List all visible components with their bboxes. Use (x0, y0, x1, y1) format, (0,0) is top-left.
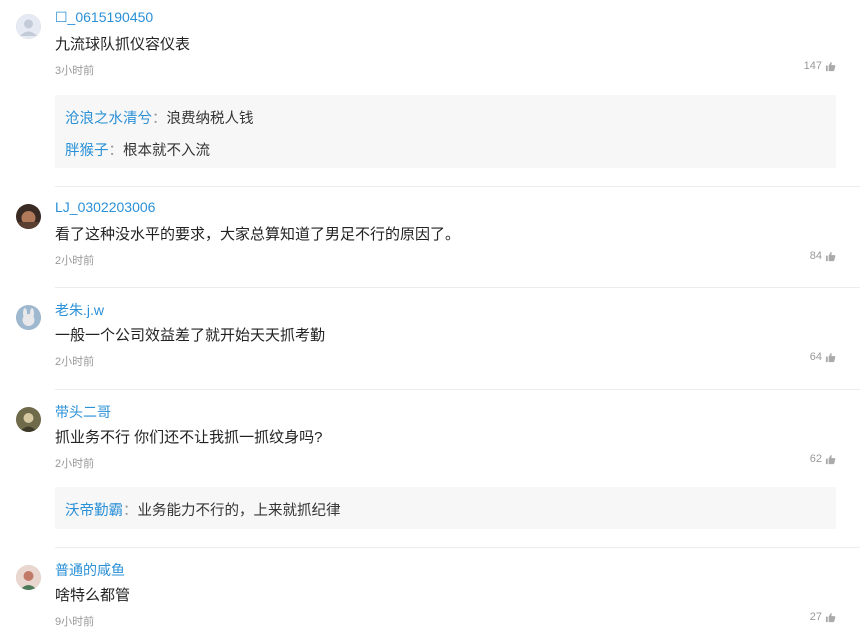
comment-username[interactable]: 老朱.j.w (55, 300, 104, 320)
reply-list: 沃帝勤霸：业务能力不行的，上来就抓纪律 (55, 487, 836, 529)
reply-separator: ： (152, 111, 167, 127)
like-count: 27 (809, 611, 822, 623)
comment-username[interactable]: ☐_0615190450 (55, 9, 153, 26)
comment-text: 啥特么都管 (55, 587, 131, 604)
reply-separator: ： (108, 143, 124, 159)
divider (55, 547, 860, 548)
comment-text: 看了这种没水平的要求，大家总算知道了男足不行的原因了。 (55, 226, 461, 243)
comment-username[interactable]: 普通的咸鱼 (55, 560, 125, 580)
like-count: 64 (809, 351, 822, 363)
like-button[interactable]: 84 (810, 250, 836, 262)
comment-item: ☐_0615190450 九流球队抓仪容仪表 3小时前 147 沧浪之水清兮：浪… (0, 9, 860, 184)
thumbs-up-icon (825, 612, 836, 622)
divider (55, 389, 860, 390)
comment-text: 抓业务不行 你们还不让我抓一抓纹身吗? (55, 429, 323, 446)
divider (55, 186, 860, 187)
reply-text: 根本就不入流 (123, 143, 210, 159)
comment-time: 2小时前 (55, 255, 95, 267)
reply-item: 沧浪之水清兮：浪费纳税人钱 (65, 107, 254, 128)
user-avatar[interactable] (16, 565, 41, 590)
reply-text: 业务能力不行的，上来就抓纪律 (137, 503, 341, 519)
thumbs-up-icon (825, 251, 836, 261)
reply-username[interactable]: 胖猴子 (65, 143, 109, 159)
comment-text: 九流球队抓仪容仪表 (55, 36, 191, 53)
like-button[interactable]: 64 (810, 351, 836, 363)
user-avatar[interactable] (16, 204, 41, 229)
comment-time: 9小时前 (55, 616, 95, 628)
like-count: 84 (809, 250, 822, 262)
like-button[interactable]: 147 (804, 60, 836, 72)
reply-separator: ： (123, 503, 138, 519)
user-avatar[interactable] (16, 407, 41, 432)
comment-time: 3小时前 (55, 65, 95, 77)
like-count: 147 (803, 60, 822, 72)
comment-item: LJ_0302203006 看了这种没水平的要求，大家总算知道了男足不行的原因了… (0, 199, 860, 284)
comment-username[interactable]: 带头二哥 (55, 402, 111, 422)
reply-item: 胖猴子：根本就不入流 (65, 139, 210, 160)
comment-username[interactable]: LJ_0302203006 (55, 199, 155, 215)
reply-item: 沃帝勤霸：业务能力不行的，上来就抓纪律 (65, 499, 341, 520)
comment-text: 一般一个公司效益差了就开始天天抓考勤 (55, 327, 326, 344)
thumbs-up-icon (825, 352, 836, 362)
comment-feed: ☐_0615190450 九流球队抓仪容仪表 3小时前 147 沧浪之水清兮：浪… (0, 0, 860, 643)
like-button[interactable]: 62 (810, 453, 836, 465)
like-count: 62 (809, 453, 822, 465)
reply-username[interactable]: 沃帝勤霸 (65, 503, 123, 519)
thumbs-up-icon (825, 61, 836, 71)
reply-list: 沧浪之水清兮：浪费纳税人钱 胖猴子：根本就不入流 (55, 95, 836, 168)
reply-username[interactable]: 沧浪之水清兮 (65, 111, 152, 127)
user-avatar[interactable] (16, 305, 41, 330)
comment-time: 2小时前 (55, 458, 95, 470)
reply-text: 浪费纳税人钱 (166, 111, 254, 127)
thumbs-up-icon (825, 454, 836, 464)
comment-item: 带头二哥 抓业务不行 你们还不让我抓一抓纹身吗? 2小时前 62 沃帝勤霸：业务… (0, 404, 860, 537)
like-button[interactable]: 27 (810, 611, 836, 623)
divider (55, 287, 860, 288)
comment-item: 普通的咸鱼 啥特么都管 9小时前 27 (0, 562, 860, 643)
user-avatar[interactable] (16, 14, 41, 39)
comment-item: 老朱.j.w 一般一个公司效益差了就开始天天抓考勤 2小时前 64 (0, 302, 860, 385)
comment-time: 2小时前 (55, 356, 95, 368)
